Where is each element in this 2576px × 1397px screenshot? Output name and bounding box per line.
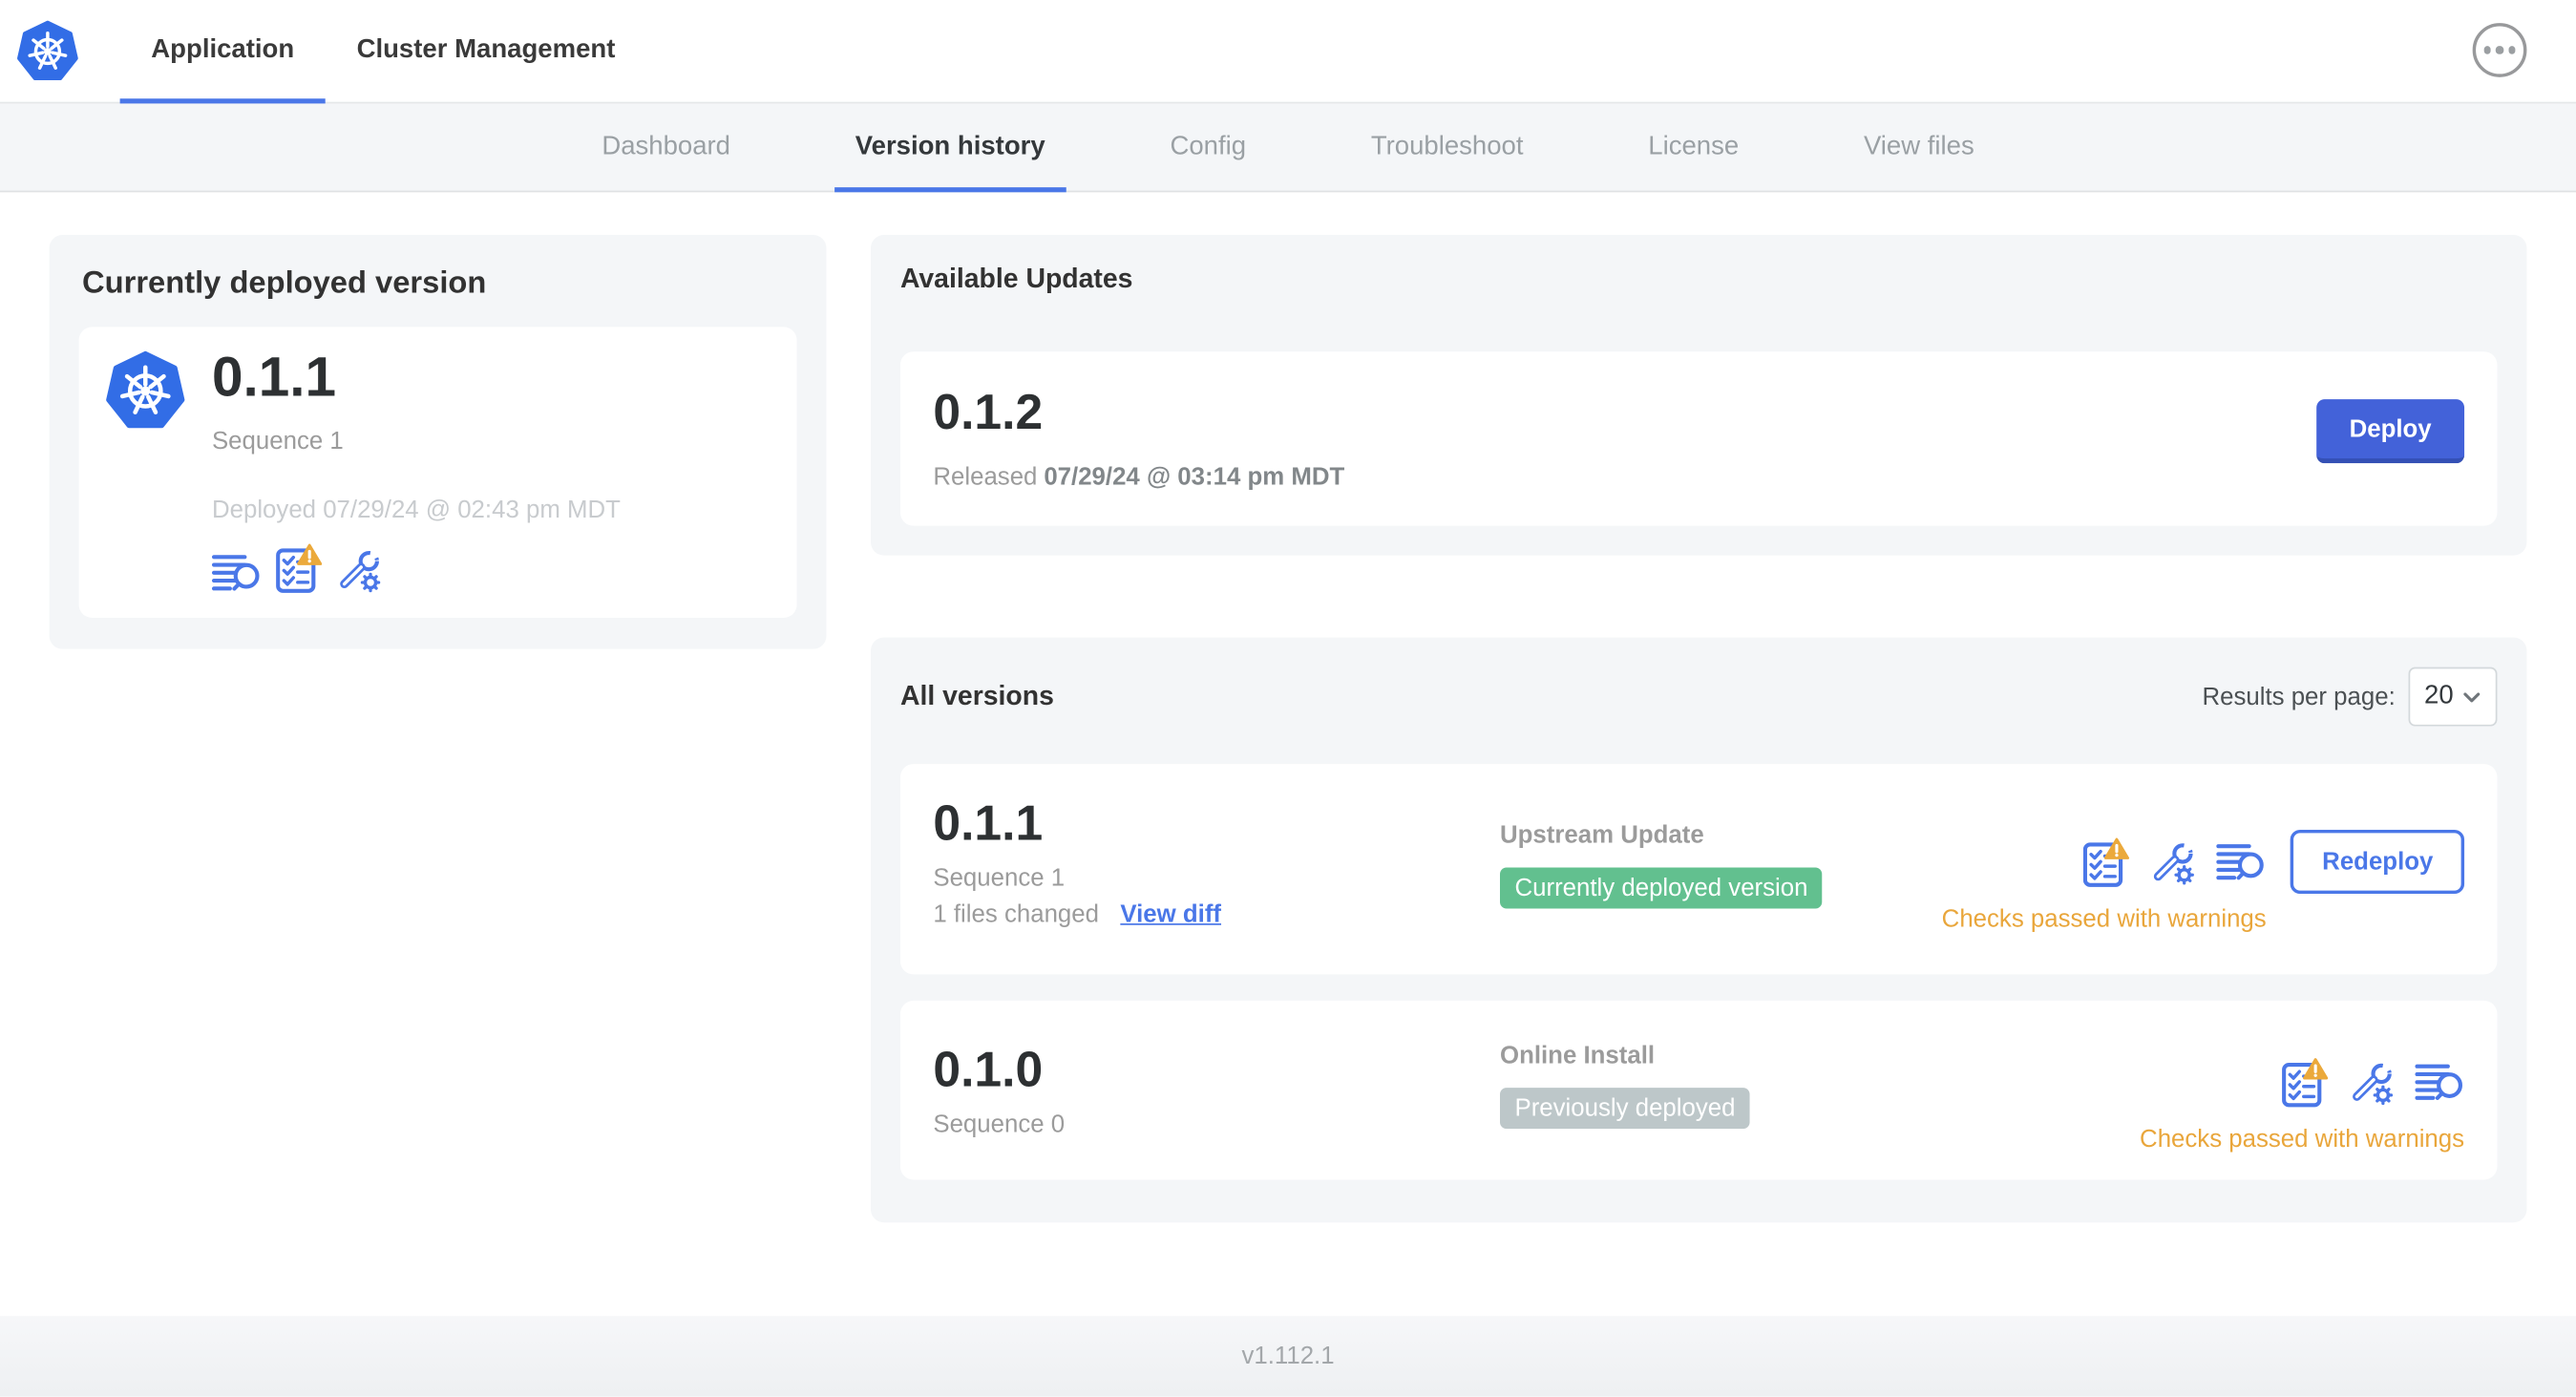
redeploy-button[interactable]: Redeploy (2291, 829, 2465, 895)
preflight-checks-warning-icon[interactable] (2282, 1058, 2328, 1108)
row-version-number: 0.1.1 (933, 796, 1044, 852)
released-date: 07/29/24 @ 03:14 pm MDT (1044, 463, 1345, 492)
results-per-page-label: Results per page: (2202, 682, 2396, 711)
subtab-version-history[interactable]: Version history (834, 103, 1066, 193)
deployed-timestamp: Deployed 07/29/24 @ 02:43 pm MDT (211, 496, 621, 524)
kubernetes-logo-icon (16, 20, 78, 82)
kubernetes-app-icon (105, 350, 185, 431)
subtab-config[interactable]: Config (1149, 103, 1267, 190)
released-prefix: Released (933, 463, 1038, 492)
tab-cluster-management-label: Cluster Management (356, 35, 616, 65)
preflight-checks-warning-icon[interactable] (276, 543, 322, 593)
results-per-page-value: 20 (2424, 682, 2454, 710)
update-version-number: 0.1.2 (933, 386, 1044, 441)
subtab-view-files[interactable]: View files (1843, 103, 1996, 190)
footer: v1.112.1 (0, 1316, 2576, 1397)
tab-cluster-management[interactable]: Cluster Management (326, 0, 646, 102)
deployed-version-info: 0.1.1 Sequence 1 Deployed 07/29/24 @ 02:… (211, 345, 621, 593)
preflight-status-text: Checks passed with warnings (2140, 1125, 2465, 1154)
deploy-logs-icon[interactable] (212, 554, 262, 593)
app-sub-nav: Dashboard Version history Config Trouble… (0, 103, 2576, 193)
available-updates-title: Available Updates (899, 265, 1133, 295)
main-content: Currently deployed version 0.1.1 Sequenc… (0, 192, 2576, 1223)
deployed-version-number: 0.1.1 (211, 347, 337, 410)
preflight-checks-warning-icon[interactable] (2084, 838, 2130, 888)
results-per-page-select[interactable]: 20 (2408, 667, 2498, 727)
deploy-logs-icon[interactable] (2217, 843, 2267, 882)
row-actions (2084, 838, 2267, 888)
view-diff-link[interactable]: View diff (1120, 900, 1221, 928)
right-column: Available Updates 0.1.2 Released 07/29/24… (870, 235, 2527, 1223)
deployed-sequence: Sequence 1 (211, 427, 344, 455)
version-row: 0.1.1 Sequence 1 1 files changed View di… (899, 764, 2498, 975)
available-updates-panel: Available Updates 0.1.2 Released 07/29/24… (870, 235, 2527, 556)
row-actions (2282, 1058, 2464, 1108)
all-versions-title: All versions (899, 681, 1054, 711)
tab-application[interactable]: Application (119, 0, 327, 104)
subtab-troubleshoot[interactable]: Troubleshoot (1349, 103, 1544, 190)
row-source: Online Install (1499, 1041, 1656, 1070)
currently-deployed-card: 0.1.1 Sequence 1 Deployed 07/29/24 @ 02:… (78, 327, 797, 618)
overflow-menu-button[interactable] (2472, 23, 2527, 77)
deployment-status-badge: Currently deployed version (1499, 867, 1824, 909)
currently-deployed-panel: Currently deployed version 0.1.1 Sequenc… (49, 235, 827, 649)
deploy-button[interactable]: Deploy (2316, 399, 2465, 464)
row-sequence: Sequence 0 (933, 1111, 1066, 1139)
config-icon[interactable] (2151, 840, 2195, 884)
preflight-status-text: Checks passed with warnings (1941, 905, 2267, 934)
files-changed: 1 files changed (933, 900, 1099, 929)
row-sequence: Sequence 1 (933, 864, 1066, 893)
subtab-license[interactable]: License (1627, 103, 1761, 190)
deploy-logs-icon[interactable] (2415, 1063, 2464, 1102)
update-card: 0.1.2 Released 07/29/24 @ 03:14 pm MDT De… (899, 351, 2498, 526)
config-icon[interactable] (2350, 1061, 2394, 1105)
row-source: Upstream Update (1499, 821, 1704, 850)
ellipsis-icon (2483, 46, 2492, 54)
tab-application-label: Application (151, 35, 295, 65)
subtab-dashboard[interactable]: Dashboard (581, 103, 751, 190)
results-per-page: Results per page: 20 (2202, 667, 2498, 727)
row-version-number: 0.1.0 (933, 1043, 1044, 1098)
all-versions-header: All versions Results per page: 20 (900, 667, 2498, 727)
admin-console-version: v1.112.1 (1241, 1342, 1335, 1371)
app-window: Application Cluster Management Dashboard… (0, 0, 2576, 1397)
chevron-down-icon (2464, 691, 2481, 702)
all-versions-panel: All versions Results per page: 20 0.1.1 … (870, 637, 2527, 1223)
update-released-line: Released 07/29/24 @ 03:14 pm MDT (933, 463, 1344, 491)
currently-deployed-title: Currently deployed version (82, 265, 487, 301)
version-row: 0.1.0 Sequence 0 Online Install Previous… (899, 1000, 2498, 1180)
config-icon[interactable] (337, 548, 381, 592)
deployment-status-badge: Previously deployed (1499, 1088, 1750, 1130)
top-nav: Application Cluster Management (0, 0, 2576, 104)
deployed-actions (212, 543, 621, 593)
